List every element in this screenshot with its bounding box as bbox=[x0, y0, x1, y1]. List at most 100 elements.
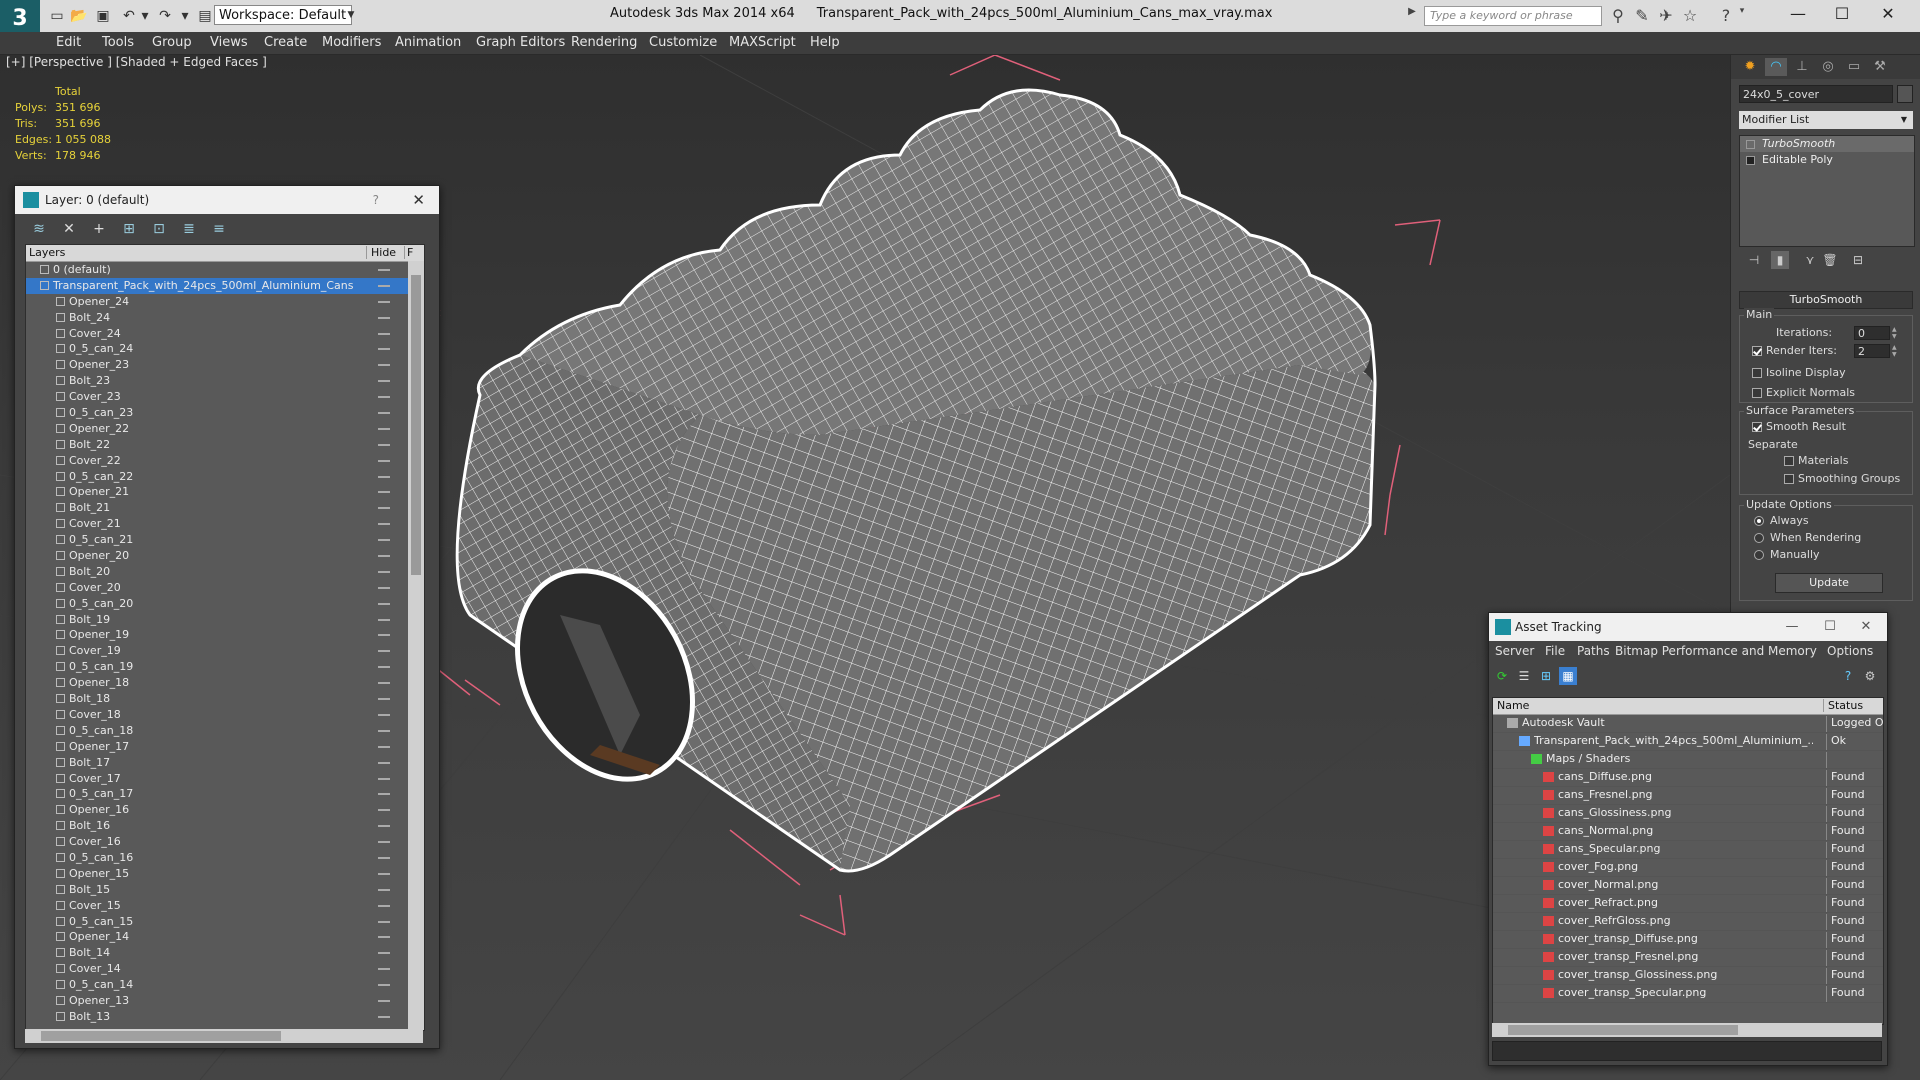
hide-toggle[interactable] bbox=[378, 570, 390, 573]
hide-toggle[interactable] bbox=[378, 412, 390, 415]
hide-toggle[interactable] bbox=[378, 1015, 390, 1018]
column-freeze[interactable]: F bbox=[404, 246, 413, 259]
close-icon[interactable]: ✕ bbox=[1851, 613, 1881, 641]
asset-dialog-titlebar[interactable]: Asset Tracking — ☐ ✕ bbox=[1489, 613, 1887, 641]
manually-radio[interactable] bbox=[1754, 550, 1764, 560]
hide-toggle[interactable] bbox=[378, 475, 390, 478]
asset-row[interactable]: cover_RefrGloss.png Found bbox=[1493, 913, 1883, 931]
menu-file[interactable]: File bbox=[1545, 644, 1565, 658]
layer-dialog-titlebar[interactable]: Layer: 0 (default) ? ✕ bbox=[15, 186, 439, 214]
hide-all-layers-icon[interactable]: ≣ bbox=[179, 219, 199, 239]
hide-toggle[interactable] bbox=[378, 713, 390, 716]
asset-row[interactable]: cover_transp_Glossiness.png Found bbox=[1493, 967, 1883, 985]
layer-row[interactable]: Bolt_16 bbox=[26, 818, 424, 834]
hide-toggle[interactable] bbox=[378, 936, 390, 939]
hide-toggle[interactable] bbox=[378, 316, 390, 319]
hide-toggle[interactable] bbox=[378, 841, 390, 844]
layer-row[interactable]: 0 (default) bbox=[26, 262, 424, 278]
help-dropdown-icon[interactable]: ▾ bbox=[1732, 6, 1752, 16]
asset-horizontal-scrollbar[interactable] bbox=[1492, 1023, 1882, 1037]
close-icon[interactable]: ✕ bbox=[1868, 2, 1908, 26]
menu-bitmap-performance[interactable]: Bitmap Performance and Memory bbox=[1615, 644, 1817, 658]
hide-toggle[interactable] bbox=[378, 332, 390, 335]
layer-row[interactable]: Opener_14 bbox=[26, 929, 424, 945]
when-rendering-radio[interactable] bbox=[1754, 533, 1764, 543]
layer-row[interactable]: Opener_18 bbox=[26, 675, 424, 691]
hide-toggle[interactable] bbox=[378, 698, 390, 701]
layer-row[interactable]: Opener_23 bbox=[26, 357, 424, 373]
open-file-icon[interactable]: 📂 bbox=[70, 7, 88, 25]
menu-group[interactable]: Group bbox=[150, 34, 194, 52]
layer-row[interactable]: Bolt_15 bbox=[26, 882, 424, 898]
select-objects-icon[interactable]: ⊞ bbox=[119, 219, 139, 239]
layer-row[interactable]: Bolt_13 bbox=[26, 1009, 424, 1025]
tree-view-icon[interactable]: ⊞ bbox=[1537, 667, 1555, 685]
help-icon[interactable]: ? bbox=[373, 186, 379, 214]
binoculars-icon[interactable]: ⚲ bbox=[1608, 6, 1628, 25]
menu-graph-editors[interactable]: Graph Editors bbox=[474, 34, 567, 52]
layer-row[interactable]: Bolt_22 bbox=[26, 437, 424, 453]
layer-row[interactable]: Opener_17 bbox=[26, 739, 424, 755]
hide-toggle[interactable] bbox=[378, 984, 390, 987]
layer-row[interactable]: Cover_24 bbox=[26, 326, 424, 342]
hide-toggle[interactable] bbox=[378, 920, 390, 923]
asset-row[interactable]: cover_Normal.png Found bbox=[1493, 877, 1883, 895]
layer-row[interactable]: Bolt_24 bbox=[26, 310, 424, 326]
hide-toggle[interactable] bbox=[378, 872, 390, 875]
minimize-icon[interactable]: — bbox=[1777, 613, 1807, 641]
modify-tab-icon[interactable]: ◠ bbox=[1765, 58, 1787, 76]
asset-row[interactable]: cover_Fog.png Found bbox=[1493, 859, 1883, 877]
menu-help[interactable]: Help bbox=[808, 34, 842, 52]
hide-toggle[interactable] bbox=[378, 809, 390, 812]
hide-toggle[interactable] bbox=[378, 968, 390, 971]
hide-toggle[interactable] bbox=[378, 586, 390, 589]
layer-row[interactable]: 0_5_can_18 bbox=[26, 723, 424, 739]
layer-row[interactable]: 0_5_can_14 bbox=[26, 977, 424, 993]
hide-toggle[interactable] bbox=[378, 825, 390, 828]
create-layer-icon[interactable]: ≋ bbox=[29, 219, 49, 239]
help-icon[interactable]: ? bbox=[1839, 667, 1857, 685]
workspace-dropdown-arrow-icon[interactable]: ▼ bbox=[344, 6, 358, 24]
remove-modifier-icon[interactable]: 🗑 bbox=[1821, 251, 1839, 269]
refresh-icon[interactable]: ⟳ bbox=[1493, 667, 1511, 685]
utilities-tab-icon[interactable]: ⚒ bbox=[1869, 58, 1891, 76]
hide-toggle[interactable] bbox=[378, 523, 390, 526]
layer-row[interactable]: 0_5_can_16 bbox=[26, 850, 424, 866]
layer-row[interactable]: 0_5_can_24 bbox=[26, 341, 424, 357]
iterations-spinner[interactable]: 0 bbox=[1854, 326, 1890, 340]
hierarchy-tab-icon[interactable]: ⊥ bbox=[1791, 58, 1813, 76]
asset-row[interactable]: cans_Glossiness.png Found bbox=[1493, 805, 1883, 823]
layer-row[interactable]: Bolt_18 bbox=[26, 691, 424, 707]
hide-toggle[interactable] bbox=[378, 427, 390, 430]
layer-row[interactable]: 0_5_can_22 bbox=[26, 469, 424, 485]
undo-dropdown-icon[interactable]: ▾ bbox=[136, 7, 154, 25]
hide-toggle[interactable] bbox=[378, 793, 390, 796]
layer-row[interactable]: Opener_24 bbox=[26, 294, 424, 310]
layer-row[interactable]: Bolt_17 bbox=[26, 755, 424, 771]
asset-path-field[interactable] bbox=[1492, 1041, 1882, 1061]
hide-toggle[interactable] bbox=[378, 682, 390, 685]
maximize-icon[interactable]: ☐ bbox=[1815, 613, 1845, 641]
layer-row[interactable]: Cover_20 bbox=[26, 580, 424, 596]
layer-row[interactable]: Bolt_14 bbox=[26, 945, 424, 961]
workspace-dropdown[interactable]: Workspace: Default bbox=[214, 5, 352, 25]
layer-row[interactable]: Cover_21 bbox=[26, 516, 424, 532]
menu-tools[interactable]: Tools bbox=[100, 34, 136, 52]
layer-row[interactable]: Cover_18 bbox=[26, 707, 424, 723]
always-radio[interactable] bbox=[1754, 516, 1764, 526]
create-tab-icon[interactable]: ✹ bbox=[1739, 58, 1761, 76]
asset-row[interactable]: cans_Diffuse.png Found bbox=[1493, 769, 1883, 787]
layer-row[interactable]: Transparent_Pack_with_24pcs_500ml_Alumin… bbox=[26, 277, 424, 294]
stack-item-turbosmooth[interactable]: TurboSmooth bbox=[1740, 136, 1914, 152]
hide-toggle[interactable] bbox=[378, 539, 390, 542]
freeze-all-layers-icon[interactable]: ≡ bbox=[209, 219, 229, 239]
hide-toggle[interactable] bbox=[378, 777, 390, 780]
column-layers[interactable]: Layers bbox=[29, 246, 65, 259]
list-view-icon[interactable]: ☰ bbox=[1515, 667, 1533, 685]
stack-item-editable-poly[interactable]: Editable Poly bbox=[1740, 152, 1914, 168]
asset-row[interactable]: cover_Refract.png Found bbox=[1493, 895, 1883, 913]
materials-checkbox[interactable] bbox=[1784, 456, 1794, 466]
delete-layer-icon[interactable]: ✕ bbox=[59, 219, 79, 239]
smooth-result-checkbox[interactable] bbox=[1752, 422, 1762, 432]
object-color-swatch[interactable] bbox=[1897, 85, 1913, 103]
